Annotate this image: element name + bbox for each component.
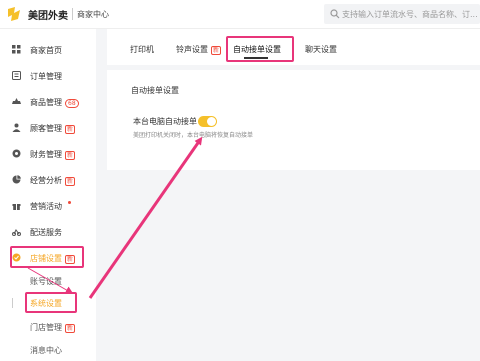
new-badge: 新 (211, 46, 222, 55)
new-badge: 新 (65, 177, 76, 186)
brand-subtitle: 商家中心 (77, 10, 109, 19)
sub-item-store-management[interactable]: 门店管理新 (30, 322, 76, 333)
search-icon (330, 9, 340, 19)
sidebar-item-home[interactable]: 商家首页 (0, 40, 96, 60)
finance-icon (12, 149, 21, 158)
new-badge: 新 (65, 324, 76, 333)
sidebar-item-orders[interactable]: 订单管理 (0, 66, 96, 86)
tab-chat[interactable]: 聊天设置 (305, 44, 337, 55)
order-icon (12, 71, 21, 80)
customer-icon (12, 123, 21, 132)
search-input[interactable]: 支持输入订单流水号、商品名称、订... (324, 4, 480, 24)
delivery-icon (12, 229, 21, 236)
tab-ringtone[interactable]: 铃声设置新 (176, 44, 222, 55)
auto-accept-toggle[interactable] (198, 116, 217, 127)
count-badge: 68 (65, 99, 79, 108)
brand-name[interactable]: 美团外卖 (28, 7, 68, 22)
submenu-divider (12, 298, 13, 308)
brand-divider (72, 8, 73, 20)
sidebar-item-label: 经营分析新 (30, 176, 76, 186)
sidebar-item-label: 财务管理新 (30, 150, 76, 160)
sidebar-item-delivery[interactable]: 配送服务 (0, 222, 96, 242)
auto-accept-description: 美团打印机关闭时，本台电脑将恢复自动接单 (133, 132, 254, 139)
sidebar-item-analysis[interactable]: 经营分析新 (0, 170, 96, 190)
sub-item-message-center[interactable]: 消息中心 (30, 345, 62, 356)
sub-item-account-settings[interactable]: 账号设置 (30, 276, 62, 287)
auto-accept-tab-highlight (226, 36, 294, 62)
sidebar-item-label: 顾客管理新 (30, 124, 76, 134)
top-bar: 美团外卖 商家中心 支持输入订单流水号、商品名称、订... (0, 0, 480, 29)
sidebar-item-goods[interactable]: 商品管理 68 (0, 92, 96, 112)
meituan-logo-icon[interactable] (6, 5, 24, 23)
sidebar-item-label: 商家首页 (30, 46, 62, 55)
tab-printer[interactable]: 打印机 (130, 44, 154, 55)
goods-icon (12, 98, 21, 104)
notification-dot (68, 201, 71, 204)
sidebar-item-label: 配送服务 (30, 228, 62, 237)
section-title: 自动接单设置 (131, 86, 179, 95)
sidebar-item-customers[interactable]: 顾客管理新 (0, 118, 96, 138)
store-settings-highlight (10, 246, 84, 268)
new-badge: 新 (65, 151, 76, 160)
sidebar-item-marketing[interactable]: 营销活动 (0, 196, 96, 216)
system-settings-highlight (25, 292, 77, 313)
toggle-knob (207, 117, 216, 126)
sidebar-item-finance[interactable]: 财务管理新 (0, 144, 96, 164)
home-icon (12, 45, 21, 54)
sidebar-item-label: 商品管理 68 (30, 97, 79, 108)
search-placeholder: 支持输入订单流水号、商品名称、订... (342, 10, 478, 19)
sidebar-item-label: 营销活动 (30, 202, 62, 211)
analysis-icon (12, 175, 21, 184)
gift-icon (12, 204, 21, 210)
sidebar-item-label: 订单管理 (30, 72, 62, 81)
new-badge: 新 (65, 125, 76, 134)
auto-accept-label: 本台电脑自动接单 (133, 117, 197, 126)
